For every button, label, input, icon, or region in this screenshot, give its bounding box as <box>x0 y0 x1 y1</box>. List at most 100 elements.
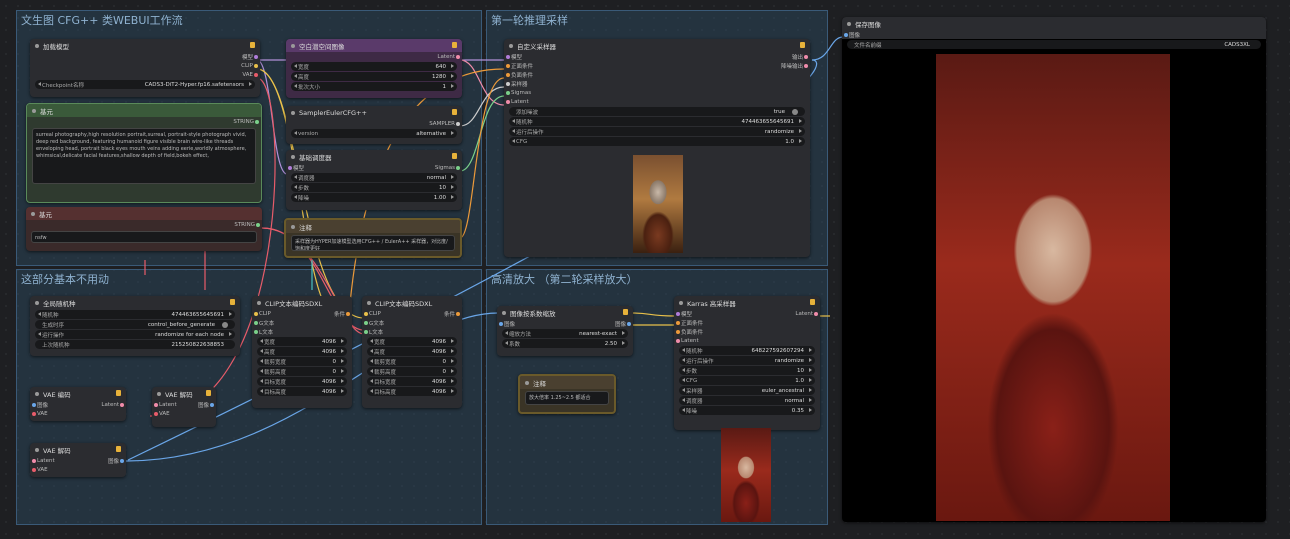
node-collapse-icon[interactable] <box>35 300 39 305</box>
input-socket[interactable] <box>364 321 368 325</box>
arrow-right-icon[interactable] <box>809 358 812 362</box>
arrow-left-icon[interactable] <box>370 339 373 343</box>
steps-field[interactable]: 步数 10 <box>291 183 457 192</box>
prompt-negative-text[interactable]: nsfw <box>31 231 257 243</box>
load-model-header[interactable]: 加载模型 <box>30 39 260 52</box>
note-2-text[interactable]: 放大倍率 1.25~2.5 都适合 <box>525 391 609 405</box>
input-socket[interactable] <box>676 330 680 334</box>
arrow-right-icon[interactable] <box>799 129 802 133</box>
input-clip-row[interactable]: CLIP 条件 <box>252 309 352 318</box>
arrow-right-icon[interactable] <box>451 74 454 78</box>
node-collapse-icon[interactable] <box>32 108 36 113</box>
arrow-right-icon[interactable] <box>451 369 454 373</box>
input-socket[interactable] <box>676 312 680 316</box>
arrow-right-icon[interactable] <box>341 359 344 363</box>
node-collapse-icon[interactable] <box>525 380 529 385</box>
arrow-left-icon[interactable] <box>260 369 263 373</box>
output-socket[interactable] <box>210 403 214 407</box>
output-socket[interactable] <box>804 64 808 68</box>
arrow-left-icon[interactable] <box>682 408 685 412</box>
arrow-right-icon[interactable] <box>229 332 232 336</box>
output-string[interactable]: STRING <box>27 117 261 126</box>
arrow-left-icon[interactable] <box>505 341 508 345</box>
sampler-euler-node[interactable]: SamplerEulerCFG++ SAMPLER version alterna… <box>286 106 462 144</box>
custom-sampler-node[interactable]: 自定义采样器 模型 输出 正面条件 降噪输出 负面条件 采样器 Sigmas Lat… <box>504 39 810 257</box>
arrow-right-icon[interactable] <box>809 368 812 372</box>
node-collapse-icon[interactable] <box>291 224 295 229</box>
clip-a-field[interactable]: 目标宽度 4096 <box>257 377 347 386</box>
arrow-left-icon[interactable] <box>260 339 263 343</box>
arrow-right-icon[interactable] <box>809 388 812 392</box>
note-1-text[interactable]: 采样器为HYPER加速模型选用CFG++ / EulerA++ 采样器，对比度/… <box>291 235 455 251</box>
input-g-text-row[interactable]: G文本 <box>362 318 462 327</box>
action-select[interactable]: 运行操作 randomize for each node <box>35 330 235 339</box>
arrow-left-icon[interactable] <box>370 389 373 393</box>
arrow-left-icon[interactable] <box>260 389 263 393</box>
arrow-left-icon[interactable] <box>505 331 508 335</box>
karras-field[interactable]: 步数 10 <box>679 366 815 375</box>
height-field[interactable]: 高度 1280 <box>291 72 457 81</box>
input-model-row[interactable]: 模型 Sigmas <box>286 163 462 172</box>
node-collapse-icon[interactable] <box>291 43 295 48</box>
output-socket[interactable] <box>346 312 350 316</box>
arrow-right-icon[interactable] <box>341 389 344 393</box>
input-image-row[interactable]: 图像 图像 <box>497 319 633 328</box>
save-image-header[interactable]: 保存图像 <box>842 17 1266 30</box>
arrow-left-icon[interactable] <box>682 368 685 372</box>
clip-b-field[interactable]: 高度 4096 <box>367 347 457 356</box>
input-socket[interactable] <box>676 321 680 325</box>
clip-b-field[interactable]: 目标高度 4096 <box>367 387 457 396</box>
input-socket[interactable] <box>254 321 258 325</box>
node-collapse-icon[interactable] <box>257 300 261 305</box>
vae-encode-header[interactable]: VAE 编码 <box>30 387 126 400</box>
input-image-row[interactable]: 图像 Latent <box>30 400 126 409</box>
batch-field[interactable]: 批次大小 1 <box>291 82 457 91</box>
clip-a-field[interactable]: 裁剪高度 0 <box>257 367 347 376</box>
output-vae-socket[interactable] <box>254 73 258 77</box>
save-image-node[interactable]: 保存图像 图像 文件名前缀 CADS3XL <box>842 17 1266 522</box>
input-clip-row[interactable]: CLIP 条件 <box>362 309 462 318</box>
input-socket[interactable] <box>364 312 368 316</box>
output-sampler[interactable]: SAMPLER <box>286 119 462 128</box>
note-1-header[interactable]: 注释 <box>286 220 460 233</box>
arrow-left-icon[interactable] <box>294 185 297 189</box>
arrow-right-icon[interactable] <box>622 331 625 335</box>
clip-b-field[interactable]: 宽度 4096 <box>367 337 457 346</box>
input-latent-row[interactable]: Latent 图像 <box>30 456 126 465</box>
karras-field[interactable]: 采样器 euler_ancestral <box>679 386 815 395</box>
input-socket[interactable] <box>154 403 158 407</box>
toggle-icon[interactable] <box>222 321 228 328</box>
clip-encode-node-b[interactable]: CLIP文本编码SDXL CLIP 条件 G文本 L文本 宽度 4096 高度 409… <box>362 296 462 408</box>
preview-image-1[interactable] <box>633 155 683 253</box>
arrow-left-icon[interactable] <box>38 332 41 336</box>
output-string[interactable]: STRING <box>26 220 262 229</box>
global-seed-field[interactable]: 随机种 474463655645691 <box>35 310 235 319</box>
input-vae-row[interactable]: VAE <box>152 409 216 418</box>
node-collapse-icon[interactable] <box>291 110 295 115</box>
input-model-row[interactable]: 模型 输出 <box>504 52 810 61</box>
scheduler-select[interactable]: 调度器 normal <box>291 173 457 182</box>
output-socket[interactable] <box>627 322 631 326</box>
node-collapse-icon[interactable] <box>35 447 39 452</box>
node-collapse-icon[interactable] <box>847 21 851 26</box>
load-model-node[interactable]: 加载模型 模型 CLIP VAE Checkpoint名称 CADS3-DiT2-… <box>30 39 260 97</box>
width-field[interactable]: 宽度 640 <box>291 62 457 71</box>
arrow-left-icon[interactable] <box>294 84 297 88</box>
node-collapse-icon[interactable] <box>35 43 39 48</box>
custom-sampler-header[interactable]: 自定义采样器 <box>504 39 810 52</box>
global-seed-node[interactable]: 全局随机种 随机种 474463655645691 生成时序 control_bef… <box>30 296 240 356</box>
output-model-socket[interactable] <box>254 55 258 59</box>
arrow-right-icon[interactable] <box>451 359 454 363</box>
vae-decode-node-2[interactable]: VAE 解码 Latent 图像 VAE <box>30 443 126 477</box>
prompt-negative-node[interactable]: 基元 STRING nsfw <box>26 207 262 251</box>
input-l-text-row[interactable]: L文本 <box>252 327 352 336</box>
input-model-socket[interactable] <box>288 166 292 170</box>
arrow-right-icon[interactable] <box>809 408 812 412</box>
arrow-right-icon[interactable] <box>451 349 454 353</box>
input-sigmas-row[interactable]: Sigmas <box>504 88 810 97</box>
input-latent-row[interactable]: Latent <box>504 97 810 106</box>
node-collapse-icon[interactable] <box>35 391 39 396</box>
input-socket[interactable] <box>32 403 36 407</box>
sampler-euler-header[interactable]: SamplerEulerCFG++ <box>286 106 462 119</box>
input-socket[interactable] <box>364 330 368 334</box>
